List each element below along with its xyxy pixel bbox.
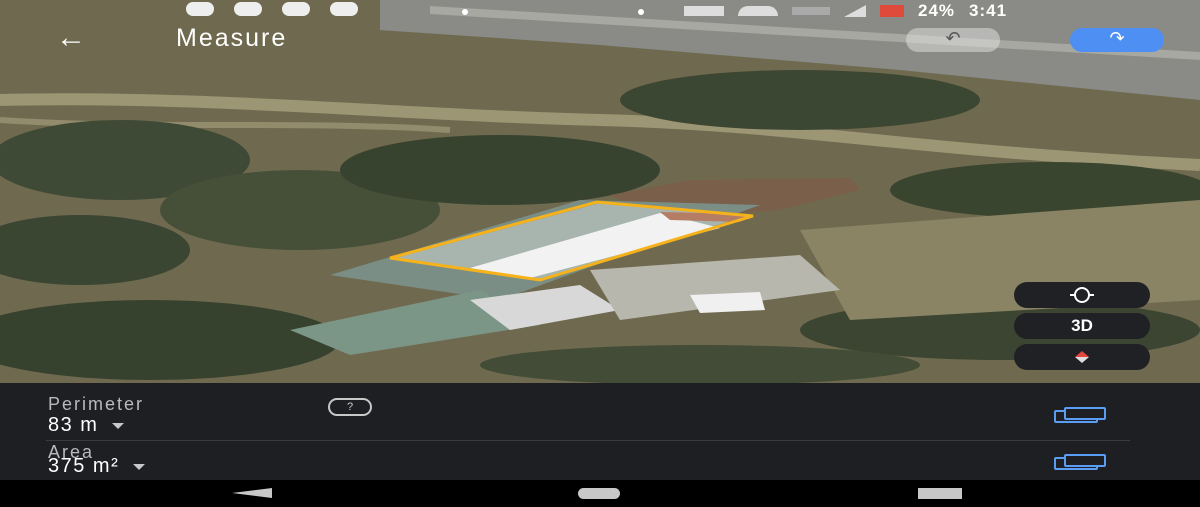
3d-toggle-button[interactable]: 3D [1014, 313, 1150, 339]
copy-perimeter-icon[interactable] [1054, 407, 1106, 423]
notification-dot [462, 9, 468, 15]
help-glyph: ? [346, 401, 354, 413]
battery-percent: 24% [918, 1, 956, 20]
3d-label: 3D [1071, 316, 1093, 335]
page-title: Measure [176, 24, 288, 52]
recenter-button[interactable] [1014, 282, 1150, 308]
undo-icon: ↶ [945, 28, 961, 48]
notification-icon [186, 2, 214, 16]
cloud-icon [282, 2, 310, 16]
wifi-icon [738, 6, 778, 16]
copy-area-icon[interactable] [1054, 454, 1106, 470]
nav-recents-icon[interactable] [918, 488, 962, 499]
redo-button[interactable]: ↷ [1070, 28, 1164, 52]
signal-icon [792, 7, 830, 15]
battery-icon [880, 5, 904, 17]
status-right: 24% 3:41 [684, 1, 1007, 21]
cloud-icon [234, 2, 262, 16]
cloud-icon [330, 2, 358, 16]
compass-icon [1075, 351, 1089, 363]
nav-home-icon[interactable] [578, 488, 620, 499]
app-header: ← Measure ↶ ↷ [0, 22, 1200, 56]
signal-triangle-icon [844, 5, 866, 17]
area-value-text: 375 m² [48, 455, 120, 477]
notification-icons [186, 2, 358, 16]
help-icon[interactable]: ? [328, 398, 372, 416]
system-nav-bar [0, 480, 1200, 507]
back-button[interactable]: ← [56, 23, 104, 53]
nav-back-icon[interactable] [232, 488, 272, 498]
area-value[interactable]: 375 m² [48, 455, 146, 478]
crosshair-icon [1070, 287, 1094, 303]
chevron-down-icon [112, 422, 125, 429]
perimeter-value-text: 83 m [48, 414, 99, 436]
measurement-panel: Perimeter ? 83 m Area 375 m² [0, 383, 1200, 480]
clock: 3:41 [969, 1, 1008, 20]
redo-icon: ↷ [1109, 28, 1125, 48]
perimeter-value[interactable]: 83 m [48, 414, 125, 437]
compass-button[interactable] [1014, 344, 1150, 370]
undo-button[interactable]: ↶ [906, 28, 1000, 52]
back-arrow-icon: ← [56, 21, 86, 54]
perimeter-label: Perimeter [48, 394, 145, 414]
notification-dot [638, 9, 644, 15]
status-bar: 24% 3:41 [0, 0, 1200, 22]
chevron-down-icon [133, 463, 146, 470]
divider [46, 440, 1130, 441]
data-icon [684, 6, 724, 16]
